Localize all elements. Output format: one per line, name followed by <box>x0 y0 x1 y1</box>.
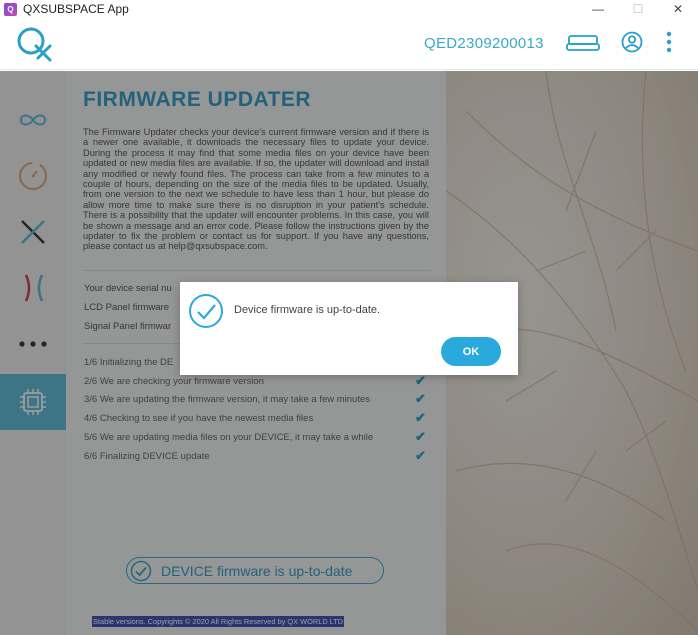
more-vertical-icon[interactable] <box>665 31 673 53</box>
maximize-button[interactable]: ☐ <box>618 0 658 18</box>
window-title: QXSUBSPACE App <box>23 2 129 16</box>
minimize-button[interactable]: — <box>578 0 618 18</box>
ok-button[interactable]: OK <box>441 337 501 366</box>
close-button[interactable]: ✕ <box>658 0 698 18</box>
device-icon[interactable] <box>566 34 600 52</box>
app-icon: Q <box>4 2 17 16</box>
app-header: QED2309200013 <box>0 18 698 70</box>
qx-logo <box>17 27 52 62</box>
user-icon[interactable] <box>621 31 643 53</box>
dialog-message: Device firmware is up-to-date. <box>234 304 381 316</box>
check-circle-icon <box>189 294 223 328</box>
device-serial: QED2309200013 <box>424 35 544 52</box>
update-dialog: Device firmware is up-to-date. OK <box>180 282 518 375</box>
window-titlebar: Q QXSUBSPACE App — ☐ ✕ <box>0 0 698 18</box>
